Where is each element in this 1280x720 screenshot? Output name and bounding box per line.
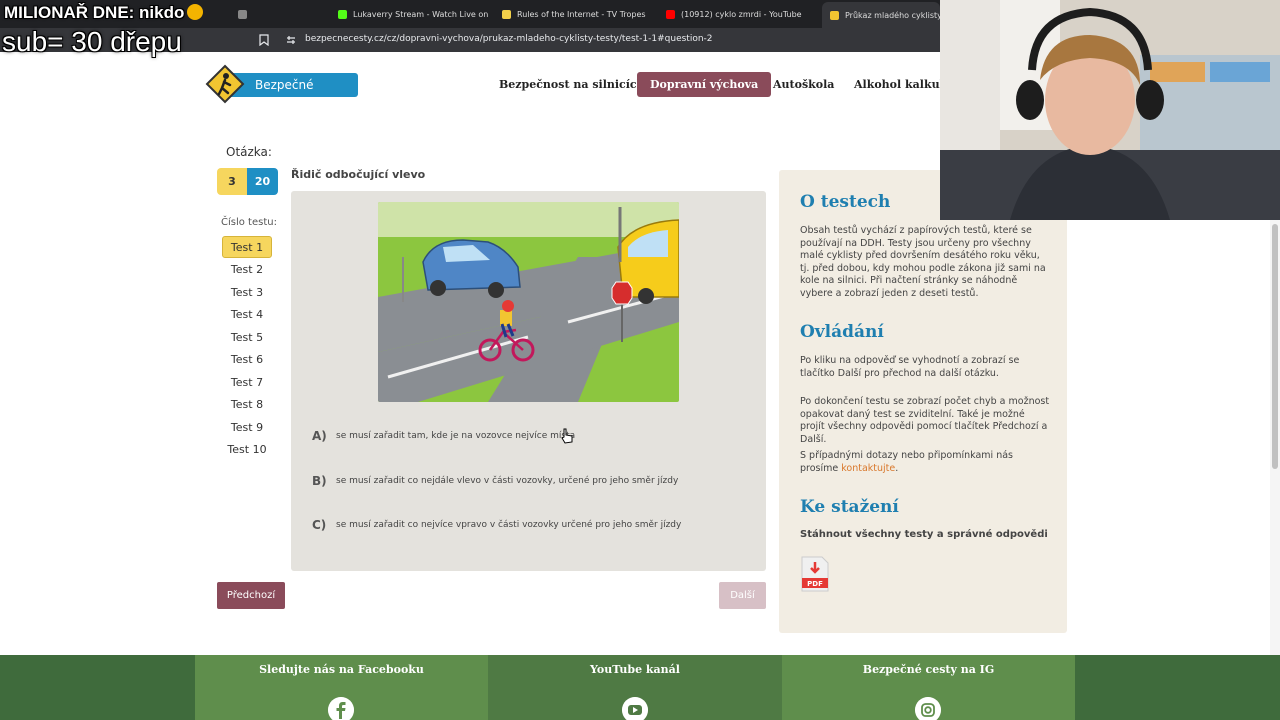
footer-facebook-label: Sledujte nás na Facebooku: [259, 663, 424, 676]
url-field[interactable]: bezpecnecesty.cz/cz/dopravni-vychova/pru…: [305, 34, 713, 44]
previous-button[interactable]: Předchozí: [217, 582, 285, 609]
streamer-webcam-image: [940, 0, 1280, 220]
total-questions: 20: [247, 168, 278, 195]
current-question: 3: [217, 168, 247, 195]
nav-bezpecnost[interactable]: Bezpečnost na silnicích: [499, 72, 645, 97]
footer-facebook[interactable]: Sledujte nás na Facebooku: [195, 655, 488, 720]
controls-text-2: Po dokončení testu se zobrazí počet chyb…: [800, 396, 1050, 445]
question-illustration: [378, 202, 679, 402]
instagram-icon[interactable]: [915, 697, 941, 720]
pdf-label: PDF: [807, 580, 823, 588]
question-label: Otázka:: [226, 145, 272, 159]
contact-suffix: .: [895, 462, 899, 474]
tvtropes-favicon-icon: [502, 9, 511, 19]
contact-prefix: S případnými dotazy nebo připomínkami ná…: [800, 450, 1014, 474]
nav-autoskola[interactable]: Autoškola: [773, 72, 834, 97]
footer-youtube[interactable]: YouTube kanál: [488, 655, 782, 720]
test-link-7[interactable]: Test 7: [222, 372, 272, 394]
bookmark-icon[interactable]: [259, 34, 269, 46]
scrollbar-thumb[interactable]: [1272, 224, 1278, 469]
tab-title: Průkaz mladého cyklisty - T: [845, 10, 940, 20]
test-link-1[interactable]: Test 1: [222, 236, 272, 258]
webcam-overlay: [940, 0, 1280, 220]
facebook-icon[interactable]: [328, 697, 354, 720]
stream-overlay-line1: MILIONAŘ DNE: nikdo: [4, 3, 204, 23]
answer-a[interactable]: A) se musí zařadit tam, kde je na vozovc…: [312, 429, 575, 443]
tab-title: (10912) cyklo zmrdi - YouTube: [681, 9, 802, 19]
pdf-icon[interactable]: PDF: [800, 556, 830, 592]
answer-text: se musí zařadit co nejdále vlevo v části…: [336, 476, 679, 486]
answer-text: se musí zařadit tam, kde je na vozovce n…: [336, 431, 576, 441]
contact-link[interactable]: kontaktujte: [841, 463, 895, 474]
tab-favicon-icon: [238, 9, 247, 19]
site-footer: Sledujte nás na Facebooku YouTube kanál …: [0, 655, 1280, 720]
answer-c[interactable]: C) se musí zařadit co nejvíce vpravo v č…: [312, 518, 681, 532]
answer-letter: B): [312, 474, 327, 488]
about-text: Obsah testů vychází z papírových testů, …: [800, 225, 1046, 299]
browser-tab[interactable]: [238, 4, 250, 24]
answer-b[interactable]: B) se musí zařadit co nejdále vlevo v čá…: [312, 474, 678, 488]
browser-tab-active[interactable]: Průkaz mladého cyklisty - T: [822, 2, 940, 28]
footer-instagram-label: Bezpečné cesty na IG: [862, 663, 995, 676]
test-link-9[interactable]: Test 9: [222, 417, 272, 439]
intersection-illustration: [378, 202, 679, 402]
site-info-icon[interactable]: [286, 35, 296, 45]
test-link-2[interactable]: Test 2: [222, 259, 272, 281]
question-title: Řidič odbočující vlevo: [291, 168, 426, 181]
stream-overlay-line2: sub= 30 dřepu: [2, 26, 182, 57]
site-favicon-icon: [830, 10, 839, 20]
tab-title: Rules of the Internet - TV Tropes: [517, 9, 646, 19]
answer-text: se musí zařadit co nejvíce vpravo v část…: [336, 520, 682, 530]
test-link-10[interactable]: Test 10: [222, 439, 272, 461]
tab-title: Lukaverry Stream - Watch Live on Kick: [353, 9, 488, 19]
about-heading: O testech: [800, 192, 891, 212]
answer-letter: A): [312, 429, 327, 443]
download-all-link[interactable]: Stáhnout všechny testy a správné odpověd…: [800, 529, 1048, 540]
youtube-icon[interactable]: [622, 697, 648, 720]
test-link-5[interactable]: Test 5: [222, 327, 272, 349]
test-link-8[interactable]: Test 8: [222, 394, 272, 416]
pedestrian-sign-icon: [205, 64, 245, 104]
controls-heading: Ovládání: [800, 322, 884, 342]
download-heading: Ke stažení: [800, 497, 899, 517]
test-number-label: Číslo testu:: [221, 217, 277, 228]
overlay-text: MILIONAŘ DNE: nikdo: [4, 3, 185, 22]
test-link-3[interactable]: Test 3: [222, 282, 272, 304]
question-counter: 3 20: [217, 168, 278, 195]
browser-tab-youtube[interactable]: (10912) cyklo zmrdi - YouTube: [666, 4, 816, 24]
browser-tab-tvtropes[interactable]: Rules of the Internet - TV Tropes: [502, 4, 652, 24]
site-logo[interactable]: Bezpečné cesty®: [205, 64, 358, 116]
kick-favicon-icon: [338, 9, 347, 19]
page-scrollbar[interactable]: [1270, 220, 1280, 655]
footer-instagram[interactable]: Bezpečné cesty na IG: [782, 655, 1075, 720]
browser-tab-lukaverry[interactable]: Lukaverry Stream - Watch Live on Kick: [338, 4, 488, 24]
contact-text: S případnými dotazy nebo připomínkami ná…: [800, 450, 1050, 475]
footer-youtube-label: YouTube kanál: [590, 663, 680, 676]
next-button[interactable]: Další: [719, 582, 766, 609]
controls-text-1: Po kliku na odpověď se vyhodnotí a zobra…: [800, 355, 1020, 379]
nav-dopravni-vychova[interactable]: Dopravní výchova: [637, 72, 772, 97]
emoji-icon: [187, 4, 204, 20]
hand-cursor-icon: [561, 428, 573, 444]
youtube-favicon-icon: [666, 9, 675, 19]
test-link-4[interactable]: Test 4: [222, 304, 272, 326]
answer-letter: C): [312, 518, 327, 532]
test-link-6[interactable]: Test 6: [222, 349, 272, 371]
